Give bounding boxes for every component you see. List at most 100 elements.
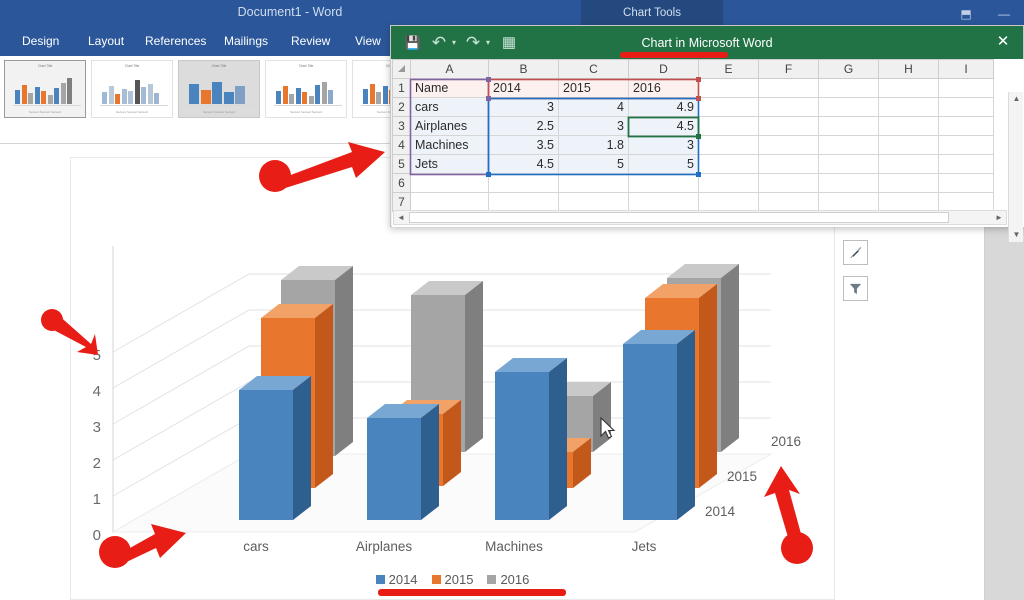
close-icon[interactable]: ✕ [993,34,1013,52]
table-row[interactable]: 2 cars 3 4 4.9 [392,97,994,117]
row-header-5[interactable]: 5 [392,154,411,174]
cell-A1[interactable]: Name [410,78,489,98]
cell-F4[interactable] [758,135,819,155]
scroll-right-icon[interactable]: ► [992,211,1006,224]
row-header-7[interactable]: 7 [392,192,411,212]
cell-I3[interactable] [938,116,994,136]
col-header-I[interactable]: I [938,59,994,79]
chart-style-thumbnail-2[interactable]: Chart Title Series1 Series2 Series3 [91,60,173,118]
cell-H2[interactable] [878,97,939,117]
cell-D3[interactable]: 4.5 [628,116,699,136]
cell-I1[interactable] [938,78,994,98]
table-row[interactable]: 4 Machines 3.5 1.8 3 [392,135,994,155]
cell-A2[interactable]: cars [410,97,489,117]
cell-F5[interactable] [758,154,819,174]
cell-E3[interactable] [698,116,759,136]
excel-data-sheet-window[interactable]: 💾 ↶ ▾ ↷ ▾ ▦ Chart in Microsoft Word ✕ A … [390,25,1024,242]
col-header-C[interactable]: C [558,59,629,79]
excel-horizontal-scrollbar[interactable]: ◄ ► [393,210,1007,225]
cell-H5[interactable] [878,154,939,174]
cell-B5[interactable]: 4.5 [488,154,559,174]
legend-item-2014[interactable]: 2014 [375,572,418,587]
row-header-2[interactable]: 2 [392,97,411,117]
cell-E1[interactable] [698,78,759,98]
cell-G5[interactable] [818,154,879,174]
cell-A6[interactable] [410,173,489,193]
cell-E2[interactable] [698,97,759,117]
col-header-A[interactable]: A [410,59,489,79]
cell-D7[interactable] [628,192,699,212]
scroll-down-icon[interactable]: ▼ [1009,228,1024,242]
cell-F6[interactable] [758,173,819,193]
scroll-up-icon[interactable]: ▲ [1009,92,1024,106]
cell-E7[interactable] [698,192,759,212]
excel-vertical-scrollbar[interactable]: ▲ ▼ [1008,92,1023,242]
tab-view[interactable]: View [355,34,381,48]
chart-style-thumbnail-1[interactable]: Chart Title Series1 Series2 Series3 [4,60,86,118]
cell-C2[interactable]: 4 [558,97,629,117]
cell-E4[interactable] [698,135,759,155]
cell-D6[interactable] [628,173,699,193]
tab-design[interactable]: Design [22,34,59,48]
minimize-icon[interactable]: — [993,4,1015,24]
table-row[interactable]: 6 [392,173,994,193]
chart-legend[interactable]: 2014 2015 2016 [71,572,834,587]
excel-grid[interactable]: A B C D E F G H I 1 Name 2014 2015 2016 … [392,59,1007,212]
cell-F3[interactable] [758,116,819,136]
cell-B3[interactable]: 2.5 [488,116,559,136]
cell-C1[interactable]: 2015 [558,78,629,98]
cell-G6[interactable] [818,173,879,193]
cell-D2[interactable]: 4.9 [628,97,699,117]
col-header-G[interactable]: G [818,59,879,79]
cell-I5[interactable] [938,154,994,174]
cell-B1[interactable]: 2014 [488,78,559,98]
tab-references[interactable]: References [145,34,206,48]
col-header-B[interactable]: B [488,59,559,79]
scroll-left-icon[interactable]: ◄ [394,211,408,224]
cell-B4[interactable]: 3.5 [488,135,559,155]
table-row[interactable]: 5 Jets 4.5 5 5 [392,154,994,174]
chart-style-thumbnail-4[interactable]: Chart Title Series1 Series2 Series3 [265,60,347,118]
cell-D5[interactable]: 5 [628,154,699,174]
col-header-F[interactable]: F [758,59,819,79]
legend-item-2016[interactable]: 2016 [487,572,529,587]
cell-G1[interactable] [818,78,879,98]
cell-H3[interactable] [878,116,939,136]
select-all-corner[interactable] [392,59,411,79]
ribbon-display-options-icon[interactable]: ⬒ [955,4,977,24]
cell-I7[interactable] [938,192,994,212]
cell-F2[interactable] [758,97,819,117]
chart-style-thumbnail-3[interactable]: Chart Title Series1 Series2 Series3 [178,60,260,118]
col-header-E[interactable]: E [698,59,759,79]
cell-I6[interactable] [938,173,994,193]
cell-A7[interactable] [410,192,489,212]
cell-C4[interactable]: 1.8 [558,135,629,155]
cell-B2[interactable]: 3 [488,97,559,117]
cell-I2[interactable] [938,97,994,117]
cell-D4[interactable]: 3 [628,135,699,155]
cell-D1[interactable]: 2016 [628,78,699,98]
table-row[interactable]: 1 Name 2014 2015 2016 [392,78,994,98]
cell-B7[interactable] [488,192,559,212]
col-header-D[interactable]: D [628,59,699,79]
cell-C6[interactable] [558,173,629,193]
row-header-6[interactable]: 6 [392,173,411,193]
cell-F1[interactable] [758,78,819,98]
col-header-H[interactable]: H [878,59,939,79]
row-header-3[interactable]: 3 [392,116,411,136]
cell-I4[interactable] [938,135,994,155]
cell-H6[interactable] [878,173,939,193]
cell-G3[interactable] [818,116,879,136]
cell-G7[interactable] [818,192,879,212]
cell-A5[interactable]: Jets [410,154,489,174]
cell-C7[interactable] [558,192,629,212]
cell-A3[interactable]: Airplanes [410,116,489,136]
row-header-4[interactable]: 4 [392,135,411,155]
tab-review[interactable]: Review [291,34,330,48]
cell-E5[interactable] [698,154,759,174]
cell-A4[interactable]: Machines [410,135,489,155]
table-row[interactable]: 7 [392,192,994,212]
excel-data-table[interactable]: A B C D E F G H I 1 Name 2014 2015 2016 … [392,59,994,212]
cell-G2[interactable] [818,97,879,117]
cell-C3[interactable]: 3 [558,116,629,136]
